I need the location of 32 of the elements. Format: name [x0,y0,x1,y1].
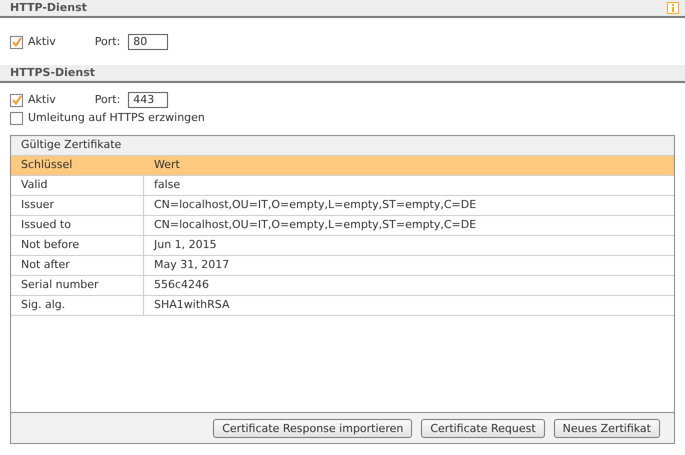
table-cell: Serial number [11,276,144,295]
table-cell: Sig. alg. [11,296,144,315]
table-cell-text: 556c4246 [153,277,210,294]
checkbox-label: Aktiv [28,92,56,108]
checkbox-label: Aktiv [28,34,56,50]
table-cell-text: May 31, 2017 [153,257,230,274]
table-cell: Not before [11,236,144,255]
section-title: HTTPS-Dienst [10,64,96,81]
table-cell: Valid [11,176,144,195]
table-cell: Issued to [11,216,144,235]
port-label: Port: [94,92,120,108]
table-cell-text: false [153,177,182,194]
port-field[interactable]: 80 [128,34,168,50]
checkbox[interactable] [10,112,23,124]
table-cell-text: Jun 1, 2015 [152,237,218,254]
table-cell-text: CN=localhost,OU=IT,O=empty,L=empty,ST=empty,C=DE [153,197,478,214]
checkbox[interactable] [10,36,23,48]
section-title: HTTP-Dienst [10,0,87,16]
checkbox-label: Umleitung auf HTTPS erzwingen [28,110,205,126]
table-cell: Issuer [11,196,144,215]
action-button[interactable]: Certificate Request [421,418,545,438]
action-button[interactable]: Neues Zertifikat [554,418,660,438]
port-label: Port: [94,34,120,50]
table-cell-text: SHA1withRSA [153,297,230,314]
column-header: Wert [153,157,181,174]
table-cell: Not after [11,256,144,275]
column-header: Schlüssel [20,157,74,174]
action-button[interactable]: Certificate Response importieren [213,418,412,438]
panel-title: Gültige Zertifikate [21,137,122,154]
table-cell-text: CN=localhost,OU=IT,O=empty,L=empty,ST=empty,C=DE [153,217,478,234]
checkbox[interactable] [10,94,23,106]
port-field[interactable]: 443 [128,92,168,108]
